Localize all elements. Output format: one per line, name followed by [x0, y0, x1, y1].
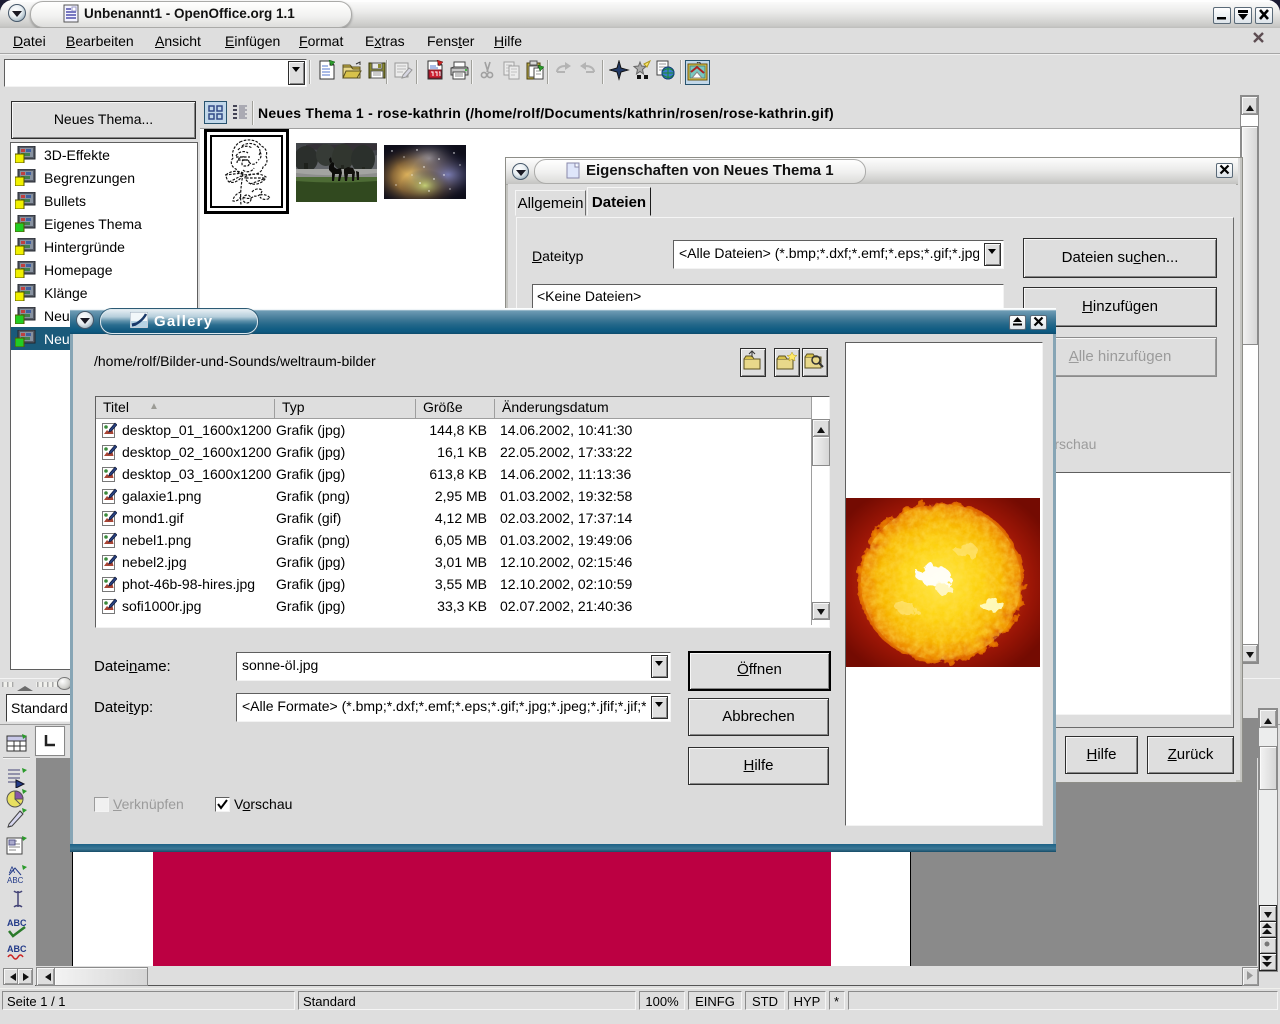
- svg-text:ABC: ABC: [7, 944, 27, 954]
- svg-text:ABC: ABC: [7, 876, 24, 885]
